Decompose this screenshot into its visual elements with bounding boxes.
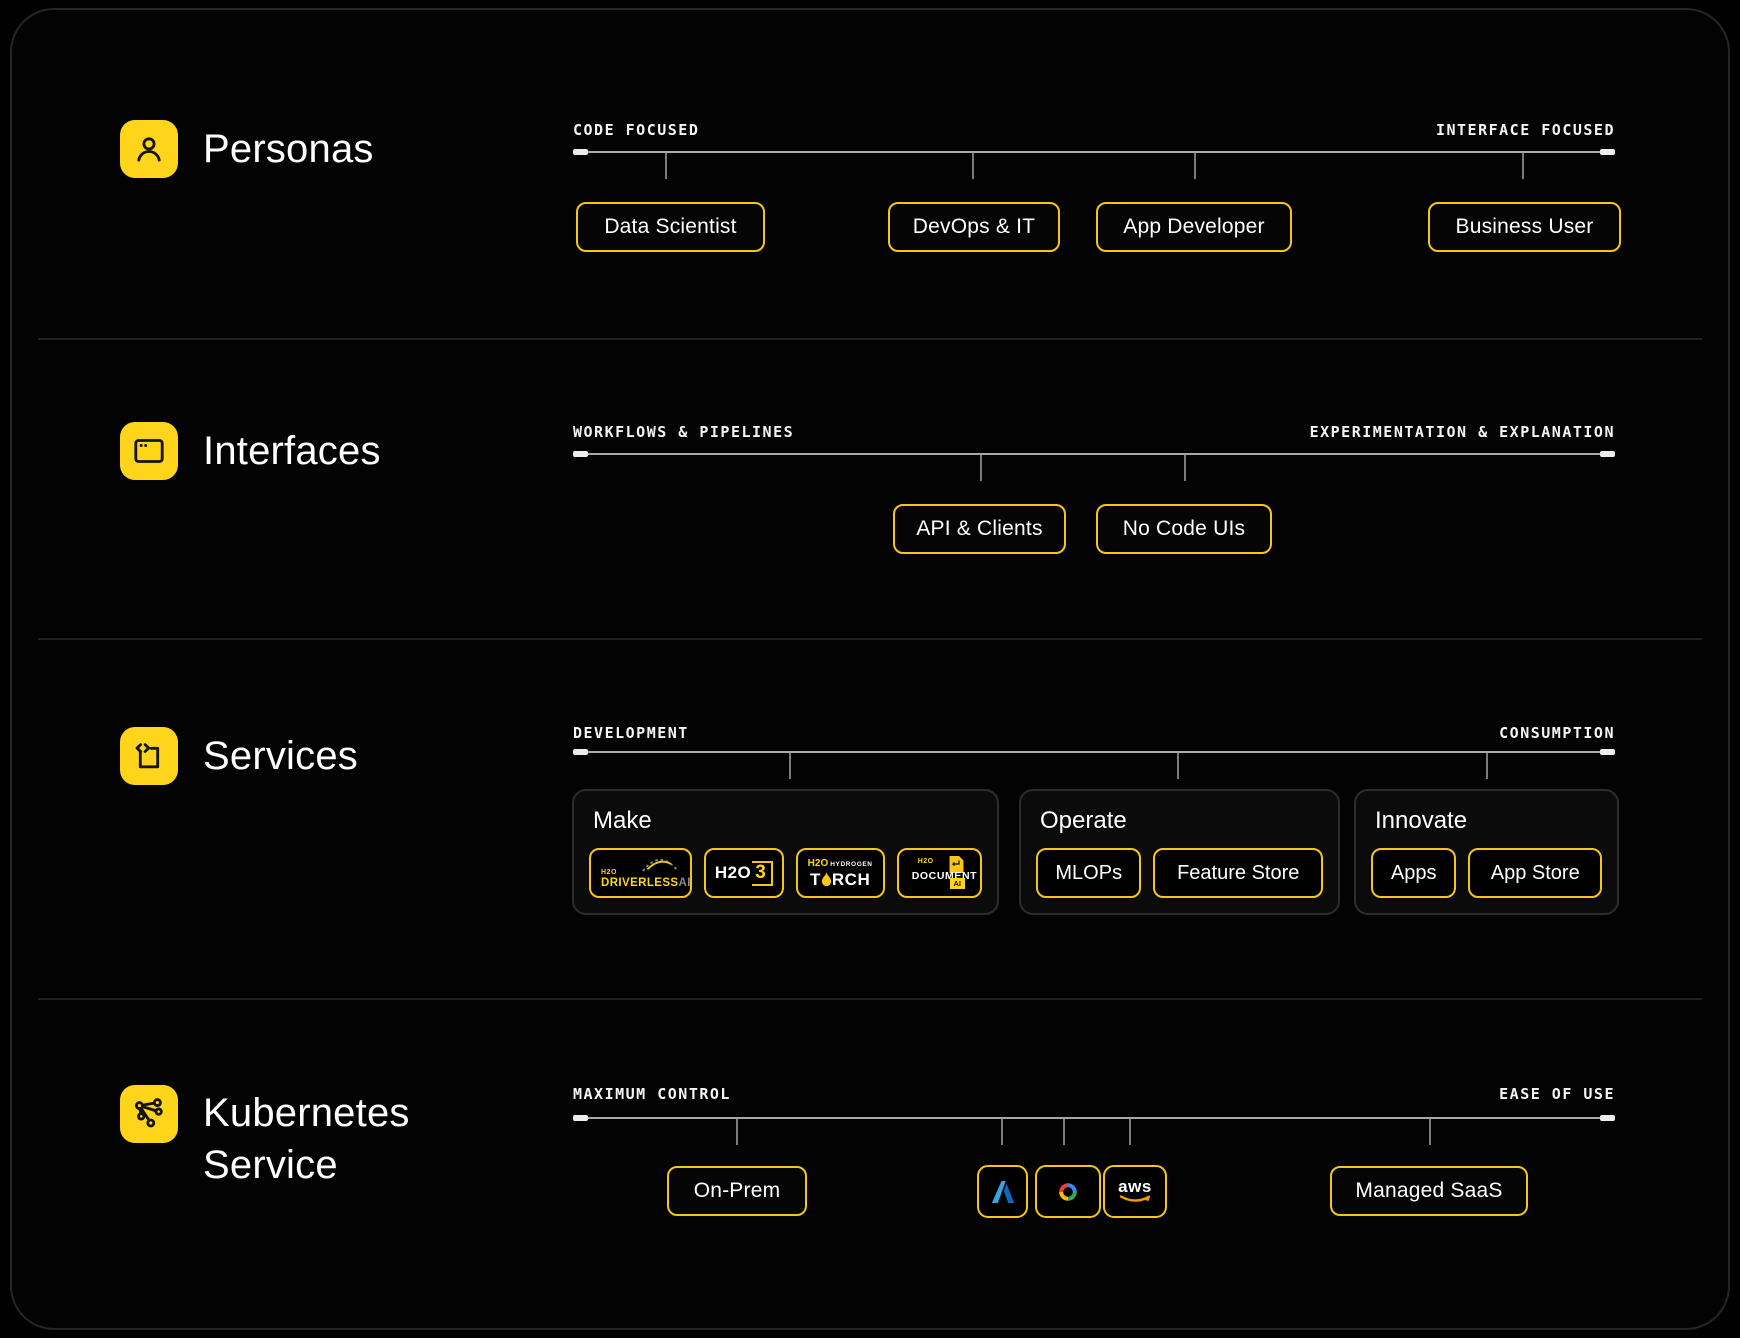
group-make: Make H2O DRIVERLESSAI H2O 3 H2OHYDROGEN …	[572, 789, 999, 915]
spectrum-cap-left	[573, 749, 588, 755]
interfaces-icon	[120, 422, 178, 480]
spectrum-cap-right	[1600, 149, 1615, 155]
spectrum-line	[573, 151, 1615, 153]
deploy-aws-button[interactable]: aws	[1103, 1165, 1167, 1218]
persona-app-developer-button[interactable]: App Developer	[1096, 202, 1292, 252]
make-chips: H2O DRIVERLESSAI H2O 3 H2OHYDROGEN T RCH…	[589, 848, 982, 898]
product-driverless-ai[interactable]: H2O DRIVERLESSAI	[589, 848, 692, 898]
scale-tick	[972, 153, 974, 179]
deploy-azure-button[interactable]	[977, 1165, 1028, 1218]
torch-brand: H2O	[808, 859, 829, 869]
spectrum-cap-right	[1600, 1115, 1615, 1121]
document-ai-badge: AI	[950, 878, 966, 889]
product-hydrogen-torch[interactable]: H2OHYDROGEN T RCH	[796, 848, 885, 898]
scale-label-left: DEVELOPMENT	[573, 724, 689, 742]
scale-tick	[1063, 1119, 1065, 1145]
scale-tick	[736, 1119, 738, 1145]
scale-tick	[1194, 153, 1196, 179]
azure-icon	[988, 1177, 1018, 1207]
scale-label-left: CODE FOCUSED	[573, 121, 699, 139]
scale-tick	[1522, 153, 1524, 179]
innovate-chips: Apps App Store	[1371, 848, 1602, 898]
interfaces-title: Interfaces	[203, 425, 381, 477]
persona-devops-it-button[interactable]: DevOps & IT	[888, 202, 1060, 252]
kubernetes-title-line2: Service	[203, 1139, 410, 1191]
services-icon	[120, 727, 178, 785]
document-brand: H2O	[918, 858, 934, 865]
scale-tick	[1184, 455, 1186, 481]
row-divider	[38, 338, 1702, 340]
driverless-road-icon	[637, 854, 683, 872]
group-operate: Operate MLOPs Feature Store	[1019, 789, 1340, 915]
scale-tick	[665, 153, 667, 179]
scale-label-right: CONSUMPTION	[1499, 724, 1615, 742]
scale-tick	[1001, 1119, 1003, 1145]
persona-data-scientist-button[interactable]: Data Scientist	[576, 202, 765, 252]
service-feature-store-button[interactable]: Feature Store	[1153, 848, 1323, 898]
product-document-ai[interactable]: H2O DOCUMENT AI	[897, 848, 982, 898]
scale-label-right: EASE OF USE	[1499, 1085, 1615, 1103]
service-mlops-button[interactable]: MLOPs	[1036, 848, 1141, 898]
torch-sub: HYDROGEN	[830, 860, 872, 870]
scale-tick	[1486, 753, 1488, 779]
h2o3-digit: 3	[752, 861, 773, 886]
torch-rch: RCH	[832, 871, 870, 888]
deploy-google-cloud-button[interactable]	[1035, 1165, 1101, 1218]
spectrum-line	[573, 1117, 1615, 1119]
spectrum-line	[573, 751, 1615, 753]
spectrum-cap-left	[573, 149, 588, 155]
scale-tick	[1129, 1119, 1131, 1145]
deploy-on-prem-button[interactable]: On-Prem	[667, 1166, 807, 1216]
kubernetes-title: Kubernetes Service	[203, 1087, 410, 1191]
spectrum-line	[573, 453, 1615, 455]
browser-window-icon	[131, 433, 167, 469]
persona-business-user-button[interactable]: Business User	[1428, 202, 1621, 252]
kubernetes-icon	[120, 1085, 178, 1143]
network-nodes-icon	[131, 1096, 167, 1132]
group-innovate: Innovate Apps App Store	[1354, 789, 1619, 915]
spectrum-cap-right	[1600, 451, 1615, 457]
personas-title: Personas	[203, 123, 374, 175]
scale-tick	[1177, 753, 1179, 779]
flame-icon	[821, 872, 832, 887]
document-name: DOCUMENT	[912, 870, 977, 882]
personas-icon	[120, 120, 178, 178]
aws-smile-icon	[1118, 1195, 1152, 1205]
google-cloud-icon	[1051, 1177, 1085, 1207]
spectrum-cap-left	[573, 451, 588, 457]
group-innovate-title: Innovate	[1375, 807, 1602, 835]
scale-label-left: MAXIMUM CONTROL	[573, 1085, 731, 1103]
product-h2o-3[interactable]: H2O 3	[704, 848, 783, 898]
scale-tick	[789, 753, 791, 779]
code-box-icon	[131, 738, 167, 774]
scale-label-right: INTERFACE FOCUSED	[1436, 121, 1615, 139]
driverless-brand: H2O	[601, 869, 617, 877]
group-make-title: Make	[593, 807, 982, 835]
group-operate-title: Operate	[1040, 807, 1323, 835]
scale-label-right: EXPERIMENTATION & EXPLANATION	[1310, 423, 1615, 441]
row-divider	[38, 638, 1702, 640]
scale-label-left: WORKFLOWS & PIPELINES	[573, 423, 794, 441]
deploy-managed-saas-button[interactable]: Managed SaaS	[1330, 1166, 1528, 1216]
interface-no-code-uis-button[interactable]: No Code UIs	[1096, 504, 1272, 554]
h2o3-brand: H2O	[715, 863, 751, 883]
scale-tick	[980, 455, 982, 481]
spectrum-cap-right	[1600, 749, 1615, 755]
torch-t: T	[810, 871, 821, 888]
row-divider	[38, 998, 1702, 1000]
person-icon	[131, 131, 167, 167]
aws-wordmark: aws	[1118, 1179, 1152, 1195]
operate-chips: MLOPs Feature Store	[1036, 848, 1323, 898]
service-app-store-button[interactable]: App Store	[1468, 848, 1602, 898]
driverless-name: DRIVERLESSAI	[601, 877, 691, 889]
service-apps-button[interactable]: Apps	[1371, 848, 1456, 898]
kubernetes-title-line1: Kubernetes	[203, 1087, 410, 1139]
spectrum-cap-left	[573, 1115, 588, 1121]
interface-api-clients-button[interactable]: API & Clients	[893, 504, 1066, 554]
scale-tick	[1429, 1119, 1431, 1145]
services-title: Services	[203, 730, 358, 782]
